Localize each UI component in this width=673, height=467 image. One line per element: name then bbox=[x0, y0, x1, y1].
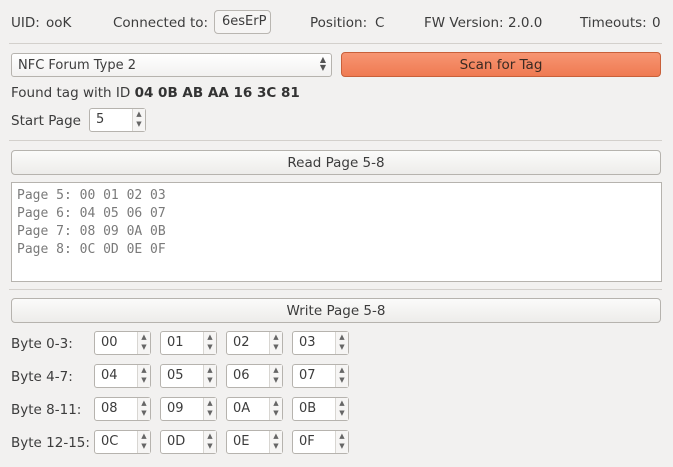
spin-arrows-icon[interactable]: ▲ ▼ bbox=[269, 332, 282, 354]
status-bar: UID: ooK Connected to: 6esErP Position: … bbox=[0, 8, 673, 38]
updown-arrows-icon: ▲ ▼ bbox=[319, 55, 326, 72]
byte-row-label: Byte 12-15: bbox=[11, 435, 90, 451]
found-tag-prefix: Found tag with ID bbox=[11, 85, 131, 101]
read-page-button[interactable]: Read Page 5-8 bbox=[11, 150, 661, 175]
spin-arrows-icon[interactable]: ▲ ▼ bbox=[335, 398, 348, 420]
connected-uid-field[interactable]: 6esErP bbox=[214, 10, 271, 34]
byte-spinbox[interactable]: 0E ▲ ▼ bbox=[226, 430, 283, 454]
byte-spinbox[interactable]: 04 ▲ ▼ bbox=[94, 364, 151, 388]
found-tag-info: Found tag with ID 04 0B AB AA 16 3C 81 bbox=[11, 85, 300, 101]
byte-spinbox[interactable]: 0F ▲ ▼ bbox=[292, 430, 349, 454]
scan-for-tag-button[interactable]: Scan for Tag bbox=[341, 52, 661, 77]
spin-arrows-icon[interactable]: ▲ ▼ bbox=[203, 431, 216, 453]
byte-row-label: Byte 8-11: bbox=[11, 402, 82, 418]
read-output-textarea[interactable]: Page 5: 00 01 02 03 Page 6: 04 05 06 07 … bbox=[11, 182, 662, 282]
byte-value: 0B bbox=[299, 401, 317, 416]
divider bbox=[9, 289, 662, 290]
spin-arrows-icon[interactable]: ▲ ▼ bbox=[335, 431, 348, 453]
spin-arrows-icon[interactable]: ▲ ▼ bbox=[269, 365, 282, 387]
byte-spinbox[interactable]: 05 ▲ ▼ bbox=[160, 364, 217, 388]
byte-spinbox[interactable]: 03 ▲ ▼ bbox=[292, 331, 349, 355]
read-output-line: Page 5: 00 01 02 03 bbox=[17, 188, 166, 203]
tag-type-select[interactable]: NFC Forum Type 2 ▲ ▼ bbox=[11, 53, 332, 77]
fw-version-value: 2.0.0 bbox=[508, 15, 543, 31]
spin-arrows-icon[interactable]: ▲ ▼ bbox=[203, 332, 216, 354]
byte-spinbox[interactable]: 06 ▲ ▼ bbox=[226, 364, 283, 388]
start-page-spinbox[interactable]: 5 ▲ ▼ bbox=[89, 108, 146, 132]
byte-row-label: Byte 0-3: bbox=[11, 336, 73, 352]
spin-arrows-icon[interactable]: ▲ ▼ bbox=[137, 398, 150, 420]
timeouts-value: 0 bbox=[652, 15, 661, 31]
divider bbox=[9, 43, 662, 44]
byte-value: 04 bbox=[101, 368, 118, 383]
byte-value: 06 bbox=[233, 368, 250, 383]
byte-value: 08 bbox=[101, 401, 118, 416]
start-page-value: 5 bbox=[96, 112, 105, 127]
spin-arrows-icon[interactable]: ▲ ▼ bbox=[132, 109, 145, 131]
byte-value: 09 bbox=[167, 401, 184, 416]
byte-value: 01 bbox=[167, 335, 184, 350]
byte-value: 0D bbox=[167, 434, 186, 449]
spin-arrows-icon[interactable]: ▲ ▼ bbox=[203, 398, 216, 420]
byte-spinbox[interactable]: 00 ▲ ▼ bbox=[94, 331, 151, 355]
fw-version-label: FW Version: bbox=[424, 15, 504, 31]
tag-type-value: NFC Forum Type 2 bbox=[18, 58, 137, 73]
byte-value: 05 bbox=[167, 368, 184, 383]
connected-label: Connected to: bbox=[113, 15, 209, 31]
write-page-button[interactable]: Write Page 5-8 bbox=[11, 298, 661, 323]
read-output-line: Page 8: 0C 0D 0E 0F bbox=[17, 242, 166, 257]
spin-arrows-icon[interactable]: ▲ ▼ bbox=[203, 365, 216, 387]
byte-value: 02 bbox=[233, 335, 250, 350]
spin-arrows-icon[interactable]: ▲ ▼ bbox=[137, 431, 150, 453]
timeouts-label: Timeouts: bbox=[580, 15, 647, 31]
spin-arrows-icon[interactable]: ▲ ▼ bbox=[269, 398, 282, 420]
byte-spinbox[interactable]: 09 ▲ ▼ bbox=[160, 397, 217, 421]
byte-spinbox[interactable]: 08 ▲ ▼ bbox=[94, 397, 151, 421]
position-label: Position: bbox=[310, 15, 368, 31]
byte-spinbox[interactable]: 0D ▲ ▼ bbox=[160, 430, 217, 454]
byte-value: 07 bbox=[299, 368, 316, 383]
byte-spinbox[interactable]: 0A ▲ ▼ bbox=[226, 397, 283, 421]
byte-spinbox[interactable]: 07 ▲ ▼ bbox=[292, 364, 349, 388]
byte-value: 0F bbox=[299, 434, 315, 449]
byte-spinbox[interactable]: 01 ▲ ▼ bbox=[160, 331, 217, 355]
read-output-line: Page 6: 04 05 06 07 bbox=[17, 206, 166, 221]
byte-row-label: Byte 4-7: bbox=[11, 369, 73, 385]
divider bbox=[9, 140, 662, 141]
byte-value: 03 bbox=[299, 335, 316, 350]
byte-value: 00 bbox=[101, 335, 118, 350]
spin-arrows-icon[interactable]: ▲ ▼ bbox=[335, 332, 348, 354]
start-page-label: Start Page bbox=[11, 113, 81, 129]
position-value: C bbox=[375, 15, 385, 31]
spin-arrows-icon[interactable]: ▲ ▼ bbox=[137, 332, 150, 354]
byte-spinbox[interactable]: 0B ▲ ▼ bbox=[292, 397, 349, 421]
spin-arrows-icon[interactable]: ▲ ▼ bbox=[137, 365, 150, 387]
found-tag-id: 04 0B AB AA 16 3C 81 bbox=[134, 85, 300, 101]
byte-spinbox[interactable]: 02 ▲ ▼ bbox=[226, 331, 283, 355]
byte-value: 0C bbox=[101, 434, 119, 449]
spin-arrows-icon[interactable]: ▲ ▼ bbox=[335, 365, 348, 387]
uid-value: ooK bbox=[46, 15, 72, 31]
uid-label: UID: bbox=[11, 15, 40, 31]
byte-spinbox[interactable]: 0C ▲ ▼ bbox=[94, 430, 151, 454]
read-output-line: Page 7: 08 09 0A 0B bbox=[17, 224, 166, 239]
spin-arrows-icon[interactable]: ▲ ▼ bbox=[269, 431, 282, 453]
byte-value: 0A bbox=[233, 401, 251, 416]
byte-value: 0E bbox=[233, 434, 250, 449]
